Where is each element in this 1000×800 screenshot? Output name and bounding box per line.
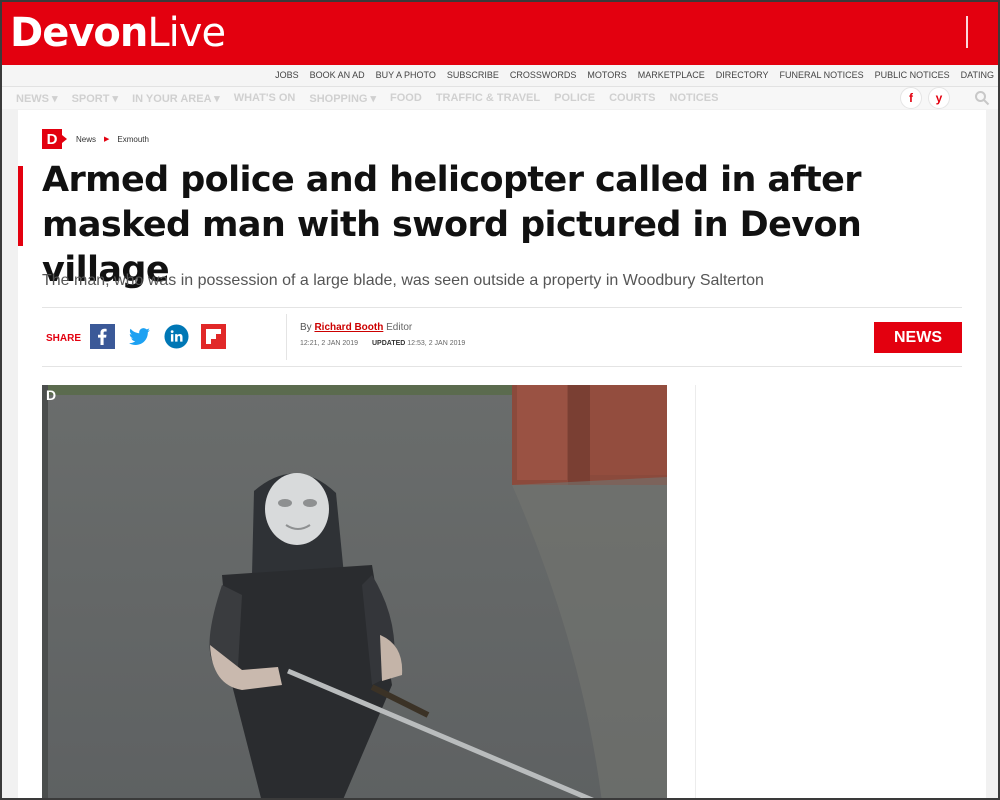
facebook-icon[interactable] — [90, 324, 115, 349]
utility-link-jobs[interactable]: JOBS — [275, 70, 299, 80]
meta-divider — [286, 314, 287, 360]
breadcrumb-exmouth[interactable]: Exmouth — [117, 135, 149, 144]
sidebar-divider — [695, 385, 696, 798]
article-card: D News ▶ Exmouth Armed police and helico… — [18, 110, 986, 798]
twitter-icon[interactable] — [127, 324, 152, 349]
photo-watermark: D — [46, 387, 57, 403]
utility-link-crosswords[interactable]: CROSSWORDS — [510, 70, 577, 80]
chevron-right-icon: ▶ — [104, 136, 110, 143]
article-meta-bar: SHARE By Richard Booth Editor 12:21, 2 J… — [42, 307, 962, 367]
utility-link-funeral-notices[interactable]: FUNERAL NOTICES — [779, 70, 863, 80]
nav-item-whats-on[interactable]: WHAT'S ON — [234, 92, 296, 105]
linkedin-icon[interactable] — [164, 324, 189, 349]
article-dates: 12:21, 2 JAN 2019 UPDATED 12:53, 2 JAN 2… — [300, 340, 465, 347]
article-photo[interactable]: D — [42, 385, 667, 798]
brand-badge[interactable]: D — [42, 129, 67, 149]
breadcrumb: D News ▶ Exmouth — [42, 129, 149, 149]
masthead: DevonLive — [2, 2, 998, 65]
masthead-divider — [966, 16, 968, 48]
byline: By Richard Booth Editor — [300, 322, 412, 333]
utility-link-buy-a-photo[interactable]: BUY A PHOTO — [376, 70, 436, 80]
site-logo[interactable]: DevonLive — [10, 10, 226, 56]
nav-item-shopping[interactable]: SHOPPING ▾ — [309, 92, 376, 105]
cctv-image — [42, 385, 667, 798]
utility-link-motors[interactable]: MOTORS — [587, 70, 626, 80]
breadcrumb-news[interactable]: News — [76, 135, 96, 144]
nav-item-traffic-travel[interactable]: TRAFFIC & TRAVEL — [436, 92, 540, 105]
flipboard-icon[interactable] — [201, 324, 226, 349]
utility-links: JOBS BOOK AN AD BUY A PHOTO SUBSCRIBE CR… — [275, 70, 994, 80]
main-nav: NEWS ▾ SPORT ▾ IN YOUR AREA ▾ WHAT'S ON … — [2, 87, 998, 109]
nav-items: NEWS ▾ SPORT ▾ IN YOUR AREA ▾ WHAT'S ON … — [16, 92, 718, 105]
utility-link-dating[interactable]: DATING — [961, 70, 994, 80]
share-icons — [90, 324, 226, 349]
utility-link-marketplace[interactable]: MARKETPLACE — [638, 70, 705, 80]
twitter-icon[interactable]: y — [928, 87, 950, 109]
nav-item-sport[interactable]: SPORT ▾ — [72, 92, 118, 105]
utility-link-subscribe[interactable]: SUBSCRIBE — [447, 70, 499, 80]
facebook-icon[interactable]: f — [900, 87, 922, 109]
utility-link-public-notices[interactable]: PUBLIC NOTICES — [875, 70, 950, 80]
updated-label: UPDATED — [372, 340, 406, 347]
article-standfirst: The man, who was in possession of a larg… — [42, 272, 764, 289]
utility-bar: JOBS BOOK AN AD BUY A PHOTO SUBSCRIBE CR… — [2, 65, 998, 87]
updated-time-wrap: UPDATED 12:53, 2 JAN 2019 — [372, 340, 465, 347]
published-time: 12:21, 2 JAN 2019 — [300, 340, 358, 347]
utility-link-book-an-ad[interactable]: BOOK AN AD — [310, 70, 365, 80]
category-badge[interactable]: NEWS — [874, 322, 962, 353]
nav-item-food[interactable]: FOOD — [390, 92, 422, 105]
author-link[interactable]: Richard Booth — [314, 322, 383, 333]
nav-item-courts[interactable]: COURTS — [609, 92, 655, 105]
page-frame: DevonLive JOBS BOOK AN AD BUY A PHOTO SU… — [0, 0, 1000, 800]
nav-item-news[interactable]: NEWS ▾ — [16, 92, 58, 105]
header-social: f y — [900, 87, 950, 109]
search-icon[interactable] — [974, 90, 990, 106]
utility-link-directory[interactable]: DIRECTORY — [716, 70, 769, 80]
nav-item-in-your-area[interactable]: IN YOUR AREA ▾ — [132, 92, 220, 105]
nav-item-notices[interactable]: NOTICES — [670, 92, 719, 105]
headline-accent — [18, 166, 23, 246]
byline-prefix: By — [300, 322, 312, 333]
author-role: Editor — [386, 322, 413, 333]
share-label: SHARE — [46, 333, 82, 344]
nav-item-police[interactable]: POLICE — [554, 92, 595, 105]
updated-time: 12:53, 2 JAN 2019 — [407, 340, 466, 347]
